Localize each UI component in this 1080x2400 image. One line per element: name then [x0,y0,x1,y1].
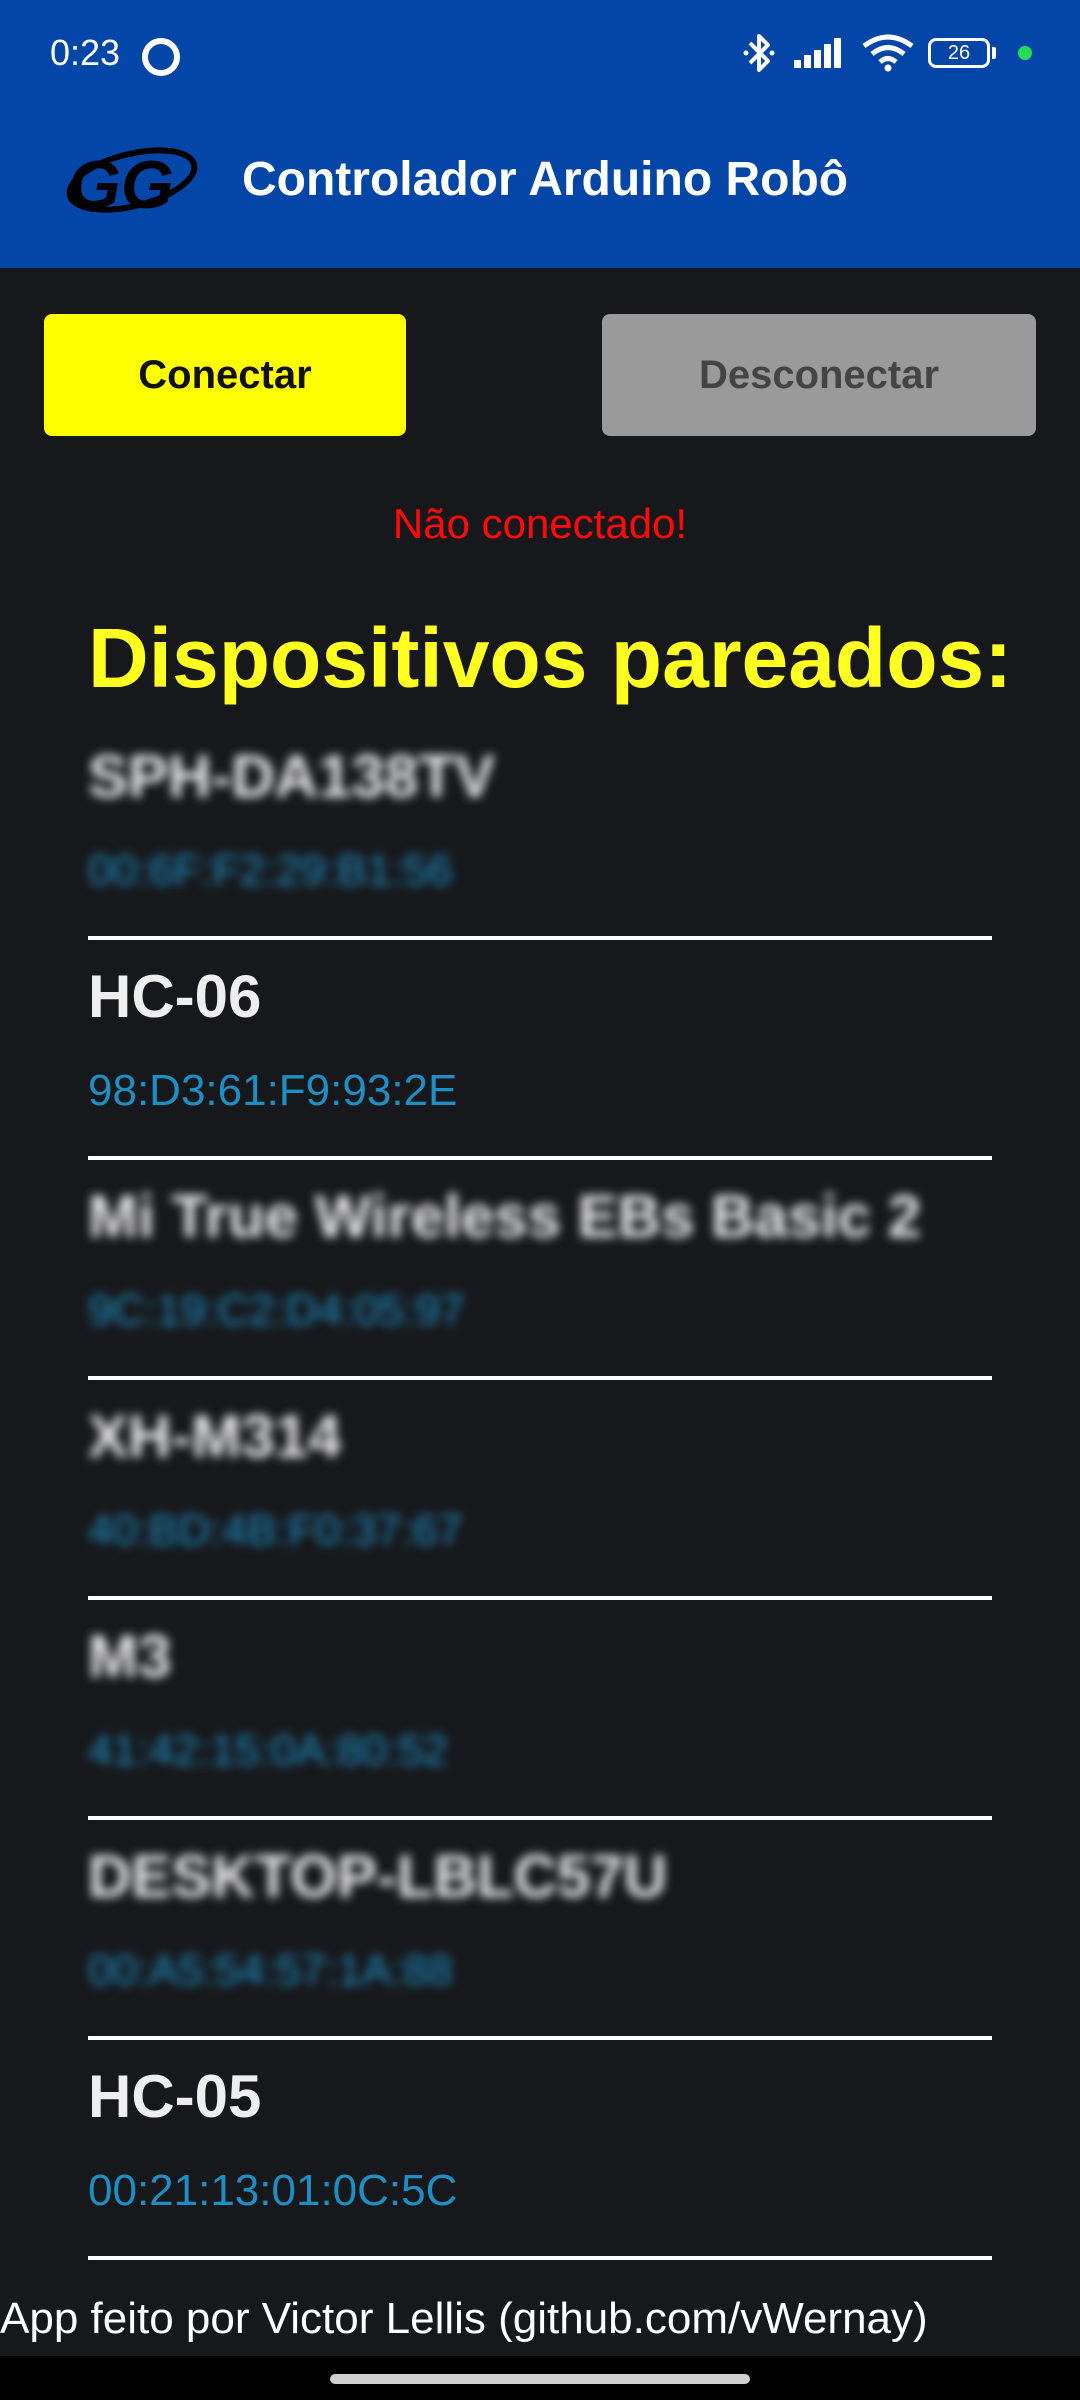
device-mac: 00:6F:F2:29:B1:56 [88,846,453,895]
battery-tip [992,47,996,59]
device-name: SPH-DA138TV [88,743,495,810]
device-item[interactable]: HC-05 00:21:13:01:0C:5C [88,2040,992,2260]
device-name: DESKTOP-LBLC57U [88,1843,667,1910]
paired-devices-title: Dispositivos pareados: [88,611,1013,705]
status-time: 0:23 [50,32,121,73]
dot-icon [1018,46,1032,60]
device-name: M3 [88,1623,172,1690]
app-title: Controlador Arduino Robô [242,153,849,206]
device-mac: 98:D3:61:F9:93:2E [88,1066,458,1115]
device-mac: 40:BD:4B:F0:37:67 [88,1506,463,1555]
paired-device-list: SPH-DA138TV 00:6F:F2:29:B1:56 HC-06 98:D… [88,720,992,2260]
device-mac: 41:42:15:0A:80:52 [88,1726,448,1775]
app-logo-icon: GG [66,147,198,223]
device-item[interactable]: M3 41:42:15:0A:80:52 [88,1600,992,1820]
connection-status: Não conectado! [392,500,688,547]
svg-text:GG: GG [68,147,174,223]
bluetooth-icon [743,34,775,72]
home-indicator[interactable] [330,2374,750,2384]
connect-button[interactable]: Conectar [44,314,406,436]
device-item[interactable]: XH-M314 40:BD:4B:F0:37:67 [88,1380,992,1600]
wifi-icon [862,34,914,72]
navigation-bar [0,2356,1080,2400]
device-item[interactable]: Mi True Wireless EBs Basic 2 9C:19:C2:D4… [88,1160,992,1380]
device-name: XH-M314 [88,1403,342,1470]
device-name: Mi True Wireless EBs Basic 2 [88,1183,922,1250]
device-item[interactable]: SPH-DA138TV 00:6F:F2:29:B1:56 [88,720,992,940]
device-mac: 00:21:13:01:0C:5C [88,2166,458,2215]
device-item[interactable]: DESKTOP-LBLC57U 00:A5:54:57:1A:88 [88,1820,992,2040]
signal-icon [794,38,841,68]
device-mac: 9C:19:C2:D4:05:97 [88,1286,465,1335]
status-icons: 26 [742,30,1042,76]
footer-credit: App feito por Victor Lellis (github.com/… [0,2294,928,2343]
disconnect-button[interactable]: Desconectar [602,314,1036,436]
ring-icon [142,38,180,76]
device-name: HC-05 [88,2063,262,2130]
device-item[interactable]: HC-06 98:D3:61:F9:93:2E [88,940,992,1160]
status-bar: 0:23 26 [0,0,1080,108]
device-name: HC-06 [88,963,262,1030]
battery-icon: 26 [928,38,990,68]
device-mac: 00:A5:54:57:1A:88 [88,1946,453,1995]
battery-level: 26 [947,42,971,64]
app-header: 0:23 26 GG Controlador Arduino Robô [0,0,1080,268]
